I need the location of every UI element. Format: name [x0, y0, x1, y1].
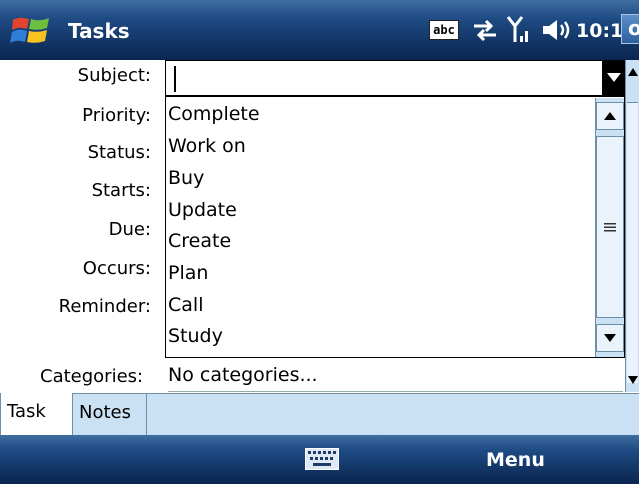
- title-bar: Tasks abc 10:18 ok: [0, 0, 639, 60]
- ok-button[interactable]: ok: [621, 14, 639, 44]
- scroll-up-arrow-icon: [628, 68, 638, 76]
- connectivity-icon[interactable]: [470, 16, 500, 44]
- scroll-thumb[interactable]: [596, 136, 624, 318]
- list-item[interactable]: Buy: [168, 167, 204, 197]
- windows-start-button[interactable]: [0, 0, 62, 60]
- categories-label: Categories:: [40, 366, 144, 387]
- priority-label: Priority:: [82, 105, 151, 126]
- page-scroll-thumb[interactable]: [627, 102, 638, 383]
- list-item[interactable]: Update: [168, 199, 237, 229]
- tab-notes[interactable]: Notes: [72, 393, 147, 435]
- list-item[interactable]: Create: [168, 230, 231, 260]
- dropdown-scrollbar[interactable]: [595, 98, 624, 357]
- list-item[interactable]: Work on: [168, 135, 246, 165]
- subject-dropdown-button[interactable]: [603, 60, 625, 96]
- grip-icon: [604, 223, 616, 232]
- starts-label: Starts:: [91, 180, 151, 201]
- scroll-down-button[interactable]: [596, 324, 624, 352]
- subject-input[interactable]: [165, 60, 603, 96]
- categories-field[interactable]: No categories...: [168, 364, 623, 392]
- list-item[interactable]: Call: [168, 294, 203, 324]
- list-item[interactable]: Plan: [168, 262, 208, 292]
- page-scrollbar[interactable]: [625, 60, 639, 392]
- windows-flag-icon: [10, 17, 49, 43]
- reminder-label: Reminder:: [58, 296, 151, 317]
- scroll-down-arrow-icon: [628, 376, 638, 384]
- list-item[interactable]: Complete: [168, 103, 260, 133]
- dropdown-arrow-icon: [607, 73, 621, 82]
- tab-task[interactable]: Task: [0, 393, 73, 435]
- subject-label: Subject:: [77, 65, 151, 86]
- app-title: Tasks: [68, 19, 130, 43]
- scroll-up-arrow-icon: [604, 112, 616, 120]
- input-panel-button[interactable]: [296, 444, 348, 474]
- due-label: Due:: [108, 219, 151, 240]
- scroll-down-arrow-icon: [604, 334, 616, 342]
- menu-button[interactable]: Menu: [486, 435, 545, 484]
- tab-strip: Task Notes: [0, 393, 639, 435]
- keyboard-icon: [305, 448, 339, 470]
- occurs-label: Occurs:: [82, 258, 151, 279]
- text-caret: [174, 66, 176, 92]
- input-mode-abc-icon[interactable]: abc: [429, 20, 459, 40]
- subject-dropdown-list[interactable]: Complete Work on Buy Update Create Plan …: [165, 96, 625, 358]
- status-label: Status:: [87, 142, 151, 163]
- scroll-up-button[interactable]: [596, 102, 624, 130]
- list-item[interactable]: Study: [168, 325, 223, 355]
- volume-icon[interactable]: [540, 16, 572, 44]
- signal-strength-icon[interactable]: [506, 14, 532, 44]
